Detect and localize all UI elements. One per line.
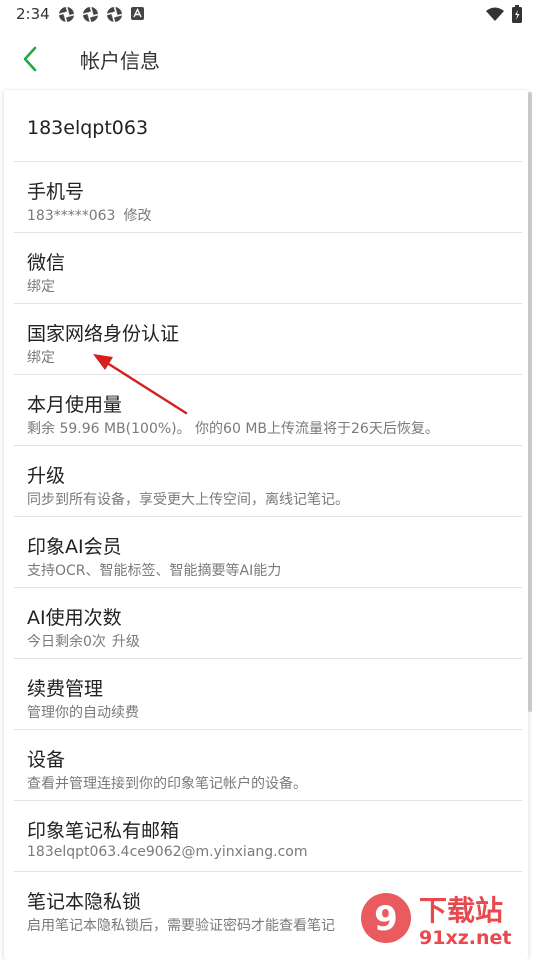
system-icons [486, 5, 522, 23]
row-subtitle: 绑定 [27, 350, 55, 366]
battery-icon [512, 5, 522, 23]
username-row: 183elqpt063 [14, 90, 522, 162]
account-info-card: 183elqpt063 手机号 183*****063 修改 微信 绑定 国家网络… [4, 90, 528, 960]
row-title: AI使用次数 [27, 607, 122, 629]
aperture-icon [82, 6, 99, 23]
row-title: 设备 [27, 749, 66, 771]
svg-text:9: 9 [374, 899, 398, 939]
scrollbar[interactable] [528, 92, 532, 712]
list-item-ai-usage[interactable]: AI使用次数 今日剩余0次 升级 [14, 588, 522, 659]
row-subtitle: 183elqpt063.4ce9062@m.yinxiang.com [27, 844, 308, 860]
wifi-icon [486, 7, 504, 21]
list-item-renewal[interactable]: 续费管理 管理你的自动续费 [14, 659, 522, 730]
row-subtitle: 同步到所有设备，享受更大上传空间，离线记笔记。 [27, 492, 349, 508]
row-subtitle: 183*****063 修改 [27, 205, 151, 225]
row-subtitle: 绑定 [27, 279, 55, 295]
list-item-ai-member[interactable]: 印象AI会员 支持OCR、智能标签、智能摘要等AI能力 [14, 517, 522, 588]
modify-phone-link[interactable]: 修改 [123, 208, 151, 224]
row-title: 升级 [27, 465, 66, 487]
username-label: 183elqpt063 [27, 117, 149, 139]
aperture-icon [58, 6, 75, 23]
app-header: 帐户信息 [0, 28, 534, 90]
notification-icons [58, 6, 145, 23]
app-a-icon [131, 7, 144, 20]
svg-text:下载站: 下载站 [419, 894, 503, 927]
row-title: 手机号 [27, 181, 85, 203]
list-item-devices[interactable]: 设备 查看并管理连接到你的印象笔记帐户的设备。 [14, 730, 522, 801]
row-title: 笔记本隐私锁 [27, 891, 142, 913]
list-item-wechat[interactable]: 微信 绑定 [14, 233, 522, 304]
list-item-phone[interactable]: 手机号 183*****063 修改 [14, 162, 522, 233]
row-subtitle: 今日剩余0次 升级 [27, 631, 140, 651]
row-title: 微信 [27, 252, 66, 274]
watermark-logo: 9 下载站 91xz.net [359, 880, 534, 950]
ai-upgrade-link[interactable]: 升级 [112, 634, 140, 650]
svg-text:91xz.net: 91xz.net [419, 927, 511, 949]
row-subtitle: 管理你的自动续费 [27, 705, 139, 721]
row-title: 续费管理 [27, 678, 104, 700]
row-subtitle: 启用笔记本隐私锁后，需要验证密码才能查看笔记 [27, 918, 335, 934]
chevron-left-icon [23, 46, 37, 72]
list-item-upgrade[interactable]: 升级 同步到所有设备，享受更大上传空间，离线记笔记。 [14, 446, 522, 517]
row-subtitle: 支持OCR、智能标签、智能摘要等AI能力 [27, 563, 282, 579]
row-title: 国家网络身份认证 [27, 323, 180, 345]
status-time: 2:34 [16, 5, 50, 23]
ai-usage-remaining: 今日剩余0次 [27, 634, 106, 650]
back-button[interactable] [18, 42, 48, 76]
row-subtitle: 查看并管理连接到你的印象笔记帐户的设备。 [27, 776, 307, 792]
row-title: 印象AI会员 [27, 536, 122, 558]
page-title: 帐户信息 [80, 49, 160, 73]
watermark-logo-icon: 9 下载站 91xz.net [361, 893, 511, 949]
row-title: 印象笔记私有邮箱 [27, 820, 180, 842]
row-subtitle: 剩余 59.96 MB(100%)。 你的60 MB上传流量将于26天后恢复。 [27, 421, 439, 437]
status-bar: 2:34 [0, 0, 534, 28]
list-item-private-email[interactable]: 印象笔记私有邮箱 183elqpt063.4ce9062@m.yinxiang.… [14, 801, 522, 872]
phone-number: 183*****063 [27, 208, 116, 224]
aperture-icon [106, 6, 123, 23]
annotation-arrow-icon [93, 354, 188, 415]
